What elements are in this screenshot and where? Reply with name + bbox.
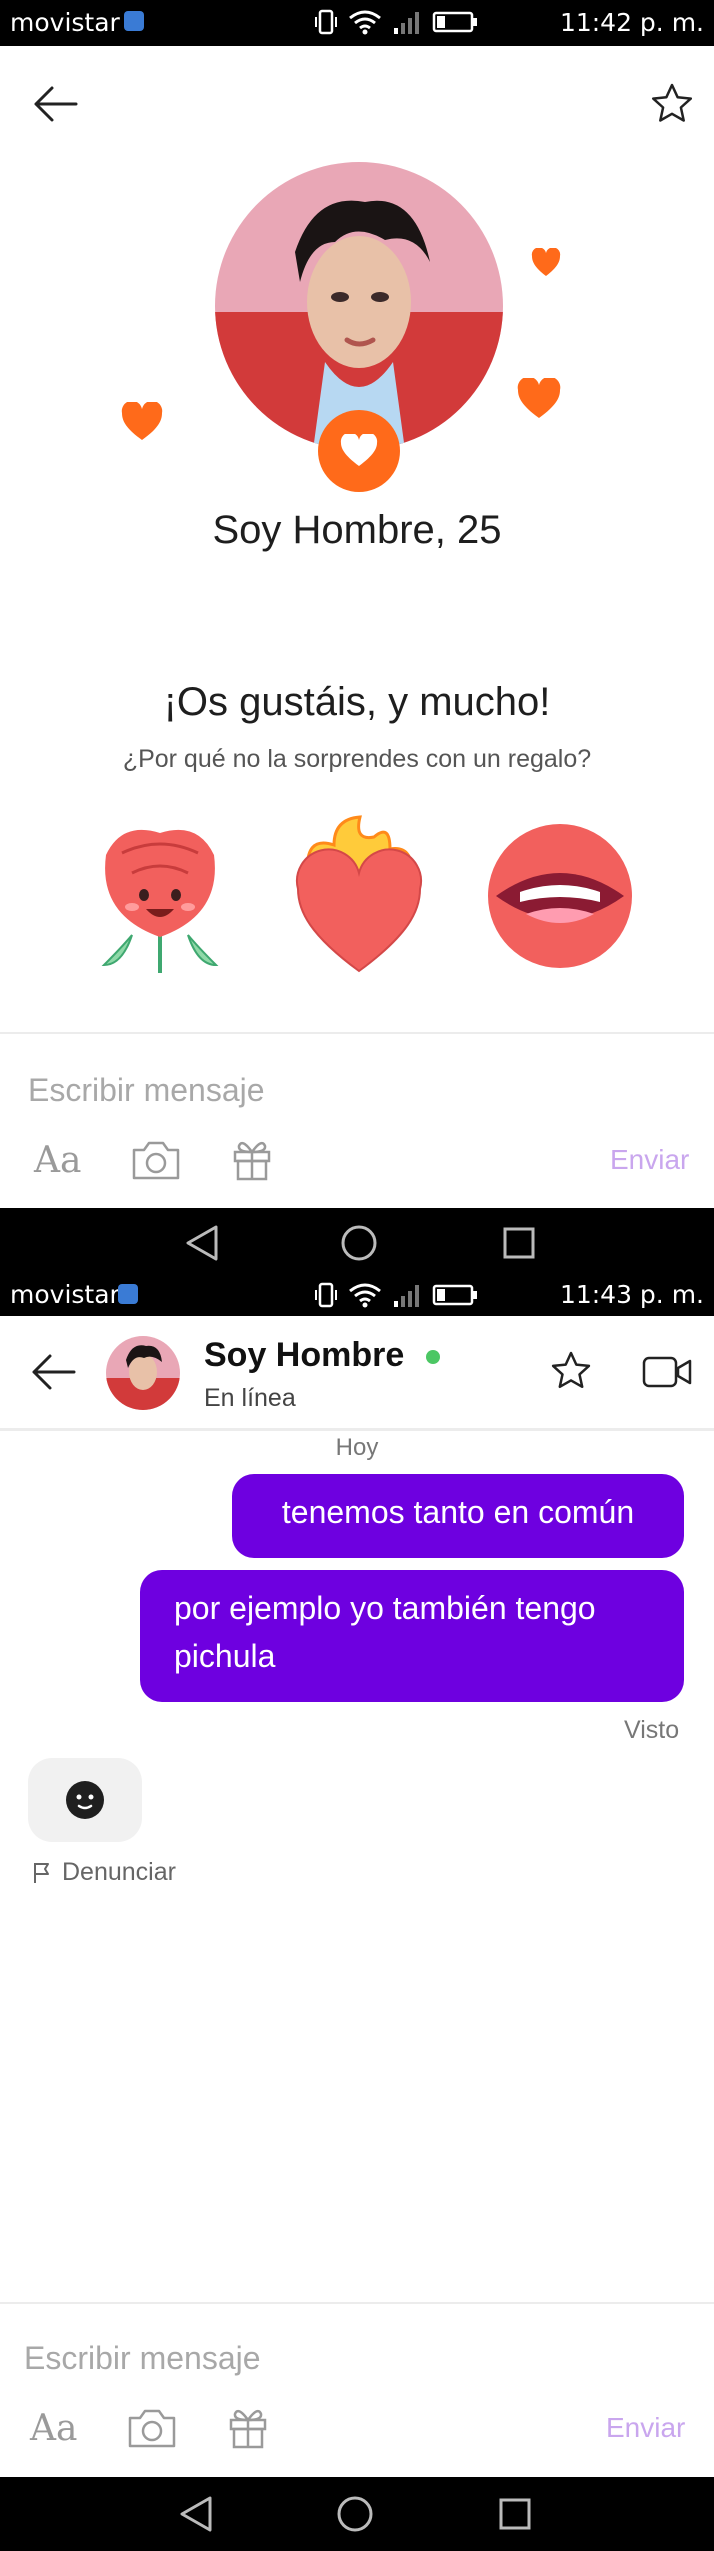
send-button[interactable]: Enviar (606, 2412, 685, 2444)
profile-photo[interactable] (215, 162, 503, 450)
camera-button[interactable] (130, 1138, 182, 1182)
gift-icon (229, 2409, 267, 2449)
send-button[interactable]: Enviar (610, 1144, 689, 1176)
arrow-left-icon (34, 86, 78, 122)
presence-status: En línea (204, 1384, 296, 1412)
favorite-button[interactable] (650, 82, 694, 126)
contact-name: Soy Hombre (204, 1336, 405, 1374)
rose-gift-icon (101, 829, 219, 973)
message-notification-icon (124, 11, 144, 31)
wifi-icon (349, 1283, 381, 1308)
match-subtitle: ¿Por qué no la sorprendes con un regalo? (122, 745, 592, 773)
match-headline: ¡Os gustáis, y mucho! (163, 680, 551, 724)
nav-recents-icon[interactable] (498, 2497, 532, 2531)
star-outline-icon (651, 83, 693, 122)
header-divider (0, 1428, 714, 1431)
camera-icon (132, 1141, 180, 1180)
clock: 11:42 p. m. (559, 8, 704, 37)
video-call-button[interactable] (642, 1354, 694, 1390)
avatar[interactable] (106, 1336, 180, 1410)
message-bubble-sent[interactable]: tenemos tanto en común (232, 1474, 684, 1558)
clock: 11:43 p. m. (559, 1280, 704, 1309)
nav-back-icon[interactable] (178, 2495, 214, 2533)
back-button[interactable] (32, 84, 78, 124)
battery-icon (432, 11, 477, 33)
system-nav-bar (0, 1208, 714, 1276)
status-bar: movistar 11:43 p. m. (0, 1276, 714, 1316)
reaction-bubble-received[interactable] (28, 1758, 142, 1842)
gift-button[interactable] (230, 1136, 274, 1182)
favorite-button[interactable] (550, 1350, 592, 1392)
gift-button[interactable] (226, 2404, 270, 2450)
lips-gift[interactable] (480, 822, 640, 970)
camera-icon (128, 2409, 176, 2448)
heart-icon (340, 434, 378, 466)
message-input[interactable]: Escribir mensaje (28, 1072, 265, 1109)
signal-icon (394, 1285, 419, 1307)
seen-status: Visto (624, 1716, 680, 1744)
composer-divider (0, 2302, 714, 2304)
wifi-icon (349, 10, 381, 35)
battery-icon (432, 1284, 477, 1306)
message-bubble-sent[interactable]: por ejemplo yo también tengo pichula (140, 1570, 684, 1702)
system-nav-bar (0, 2477, 714, 2551)
flag-icon (34, 1862, 49, 1883)
report-label: Denunciar (62, 1858, 176, 1886)
nav-home-icon[interactable] (336, 2495, 374, 2533)
like-badge (318, 410, 400, 492)
online-indicator (426, 1350, 440, 1364)
arrow-left-icon (32, 1354, 76, 1390)
status-icons (314, 9, 478, 35)
carrier-label: movistar (10, 8, 120, 37)
smiley-face-icon (66, 1781, 104, 1819)
star-outline-icon (551, 1351, 591, 1389)
status-icons (314, 1282, 478, 1308)
nav-home-icon[interactable] (340, 1224, 378, 1262)
image-notification-icon (118, 1284, 138, 1304)
camera-button[interactable] (126, 2406, 178, 2450)
video-camera-icon (642, 1356, 692, 1388)
text-format-button[interactable]: Aa (34, 1140, 81, 1181)
chat-back-button[interactable] (30, 1352, 76, 1392)
nav-recents-icon[interactable] (502, 1226, 536, 1260)
lips-icon (488, 824, 632, 968)
gift-icon (233, 1141, 271, 1181)
decor-heart-icon (121, 402, 163, 440)
day-separator: Hoy (335, 1434, 379, 1461)
decor-heart-icon (531, 248, 561, 276)
carrier-label: movistar (10, 1280, 120, 1309)
decor-heart-icon (517, 378, 561, 418)
report-link[interactable]: Denunciar (32, 1858, 176, 1887)
profile-photo-image (215, 162, 503, 450)
status-bar: movistar 11:42 p. m. (0, 0, 714, 46)
signal-icon (394, 12, 419, 34)
nav-back-icon[interactable] (184, 1224, 220, 1262)
message-input[interactable]: Escribir mensaje (24, 2340, 261, 2377)
avatar-image (106, 1336, 180, 1410)
fire-heart-gift[interactable] (294, 815, 424, 975)
composer-divider (0, 1032, 714, 1034)
vibrate-icon (315, 9, 337, 35)
vibrate-icon (315, 1282, 337, 1308)
text-format-button[interactable]: Aa (30, 2408, 77, 2449)
fire-heart-icon (295, 815, 423, 973)
profile-name: Soy Hombre, 25 (212, 508, 502, 552)
rose-gift[interactable] (92, 815, 228, 975)
